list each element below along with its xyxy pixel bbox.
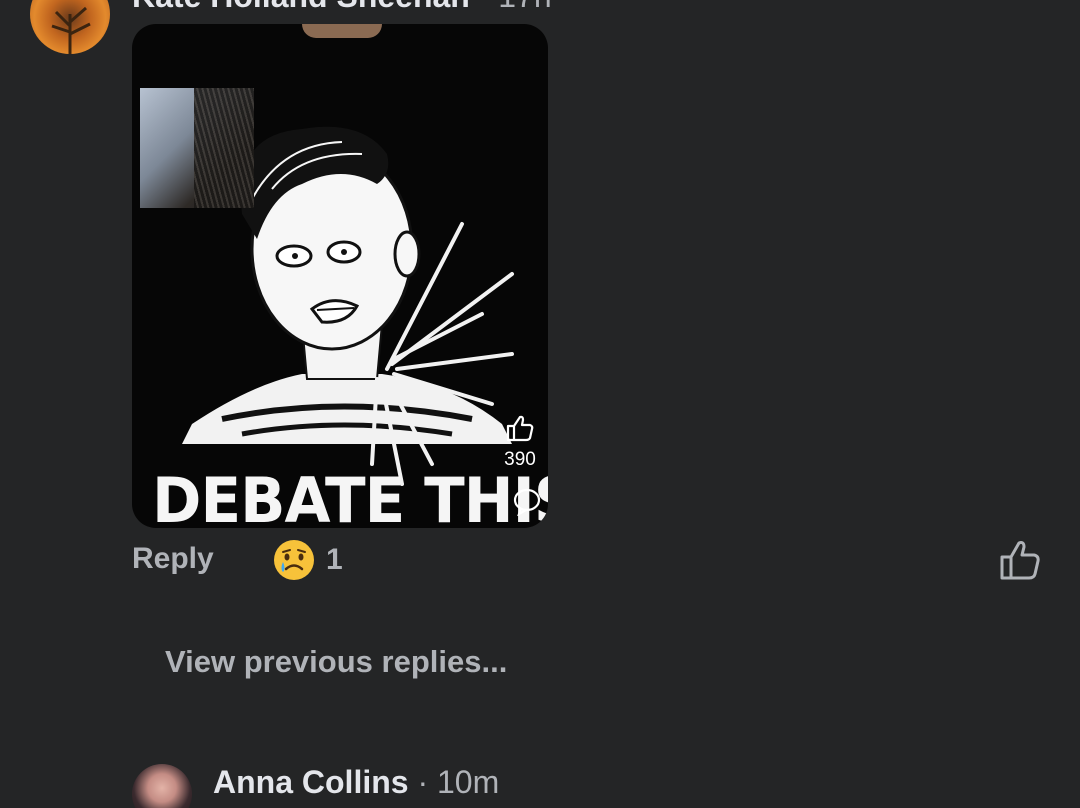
shirt-caption: DEBATE THIS — [152, 464, 548, 528]
comment-image-attachment[interactable]: DEBATE THIS 390 — [132, 24, 548, 528]
commenter-name[interactable]: Anna Collins — [213, 764, 409, 800]
reel-like-count: 390 — [504, 449, 536, 470]
comment-time: 17h — [498, 0, 551, 14]
commenter-name[interactable]: Kate Holland Sheehan — [132, 0, 470, 14]
view-previous-replies-link[interactable]: View previous replies... — [165, 644, 507, 680]
reply-button[interactable]: Reply — [132, 542, 214, 576]
separator-dot: · — [479, 0, 490, 14]
thumbs-up-icon — [506, 415, 534, 442]
thumbs-up-icon[interactable] — [998, 538, 1042, 582]
sad-face-emoji-icon — [274, 540, 314, 580]
comment-header: Anna Collins · 10m — [213, 764, 499, 801]
commenter-avatar[interactable] — [30, 0, 110, 54]
comment-thread: Kate Holland Sheehan · 17h — [0, 0, 1080, 808]
reaction-summary[interactable]: 1 — [272, 538, 343, 582]
video-overlay-thumbnail — [140, 88, 254, 208]
reel-like-control[interactable]: 390 — [502, 414, 538, 471]
comment-header: Kate Holland Sheehan · 17h — [132, 0, 552, 15]
comment-icon[interactable] — [512, 486, 542, 516]
reaction-count: 1 — [326, 543, 343, 576]
tree-photo-icon — [51, 6, 91, 54]
separator-dot: · — [417, 764, 429, 800]
comment-time: 10m — [437, 764, 500, 800]
commenter-avatar[interactable] — [132, 764, 192, 808]
